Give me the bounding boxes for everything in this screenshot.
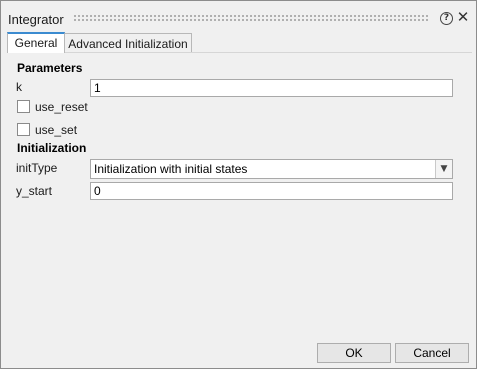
use-set-checkbox[interactable] [17, 123, 30, 136]
parameters-heading: Parameters [17, 61, 83, 75]
inittype-selected-value: Initialization with initial states [94, 162, 248, 176]
title-bar[interactable]: Integrator ? ✕ [1, 1, 476, 35]
tab-advanced-initialization[interactable]: Advanced Initialization [64, 33, 192, 52]
y-start-input[interactable]: 0 [90, 182, 453, 200]
dialog-title: Integrator [8, 12, 64, 27]
drag-grip[interactable] [73, 14, 429, 22]
general-panel: Parameters k 1 use_reset use_set Initial… [7, 52, 472, 341]
y-start-label: y_start [16, 184, 53, 198]
use-set-label: use_set [35, 123, 78, 137]
use-reset-label: use_reset [35, 100, 88, 114]
tab-general[interactable]: General [7, 32, 65, 53]
inittype-label: initType [16, 161, 58, 175]
k-label: k [16, 80, 22, 94]
use-reset-checkbox[interactable] [17, 100, 30, 113]
close-icon[interactable]: ✕ [456, 9, 470, 25]
cancel-button[interactable]: Cancel [395, 343, 469, 363]
initialization-heading: Initialization [17, 141, 87, 155]
integrator-dialog: Integrator ? ✕ General Advanced Initiali… [0, 0, 477, 369]
inittype-select[interactable]: Initialization with initial states ▼ [90, 159, 453, 179]
help-icon[interactable]: ? [440, 12, 453, 25]
k-input[interactable]: 1 [90, 79, 453, 97]
chevron-down-icon[interactable]: ▼ [435, 160, 452, 178]
ok-button[interactable]: OK [317, 343, 391, 363]
